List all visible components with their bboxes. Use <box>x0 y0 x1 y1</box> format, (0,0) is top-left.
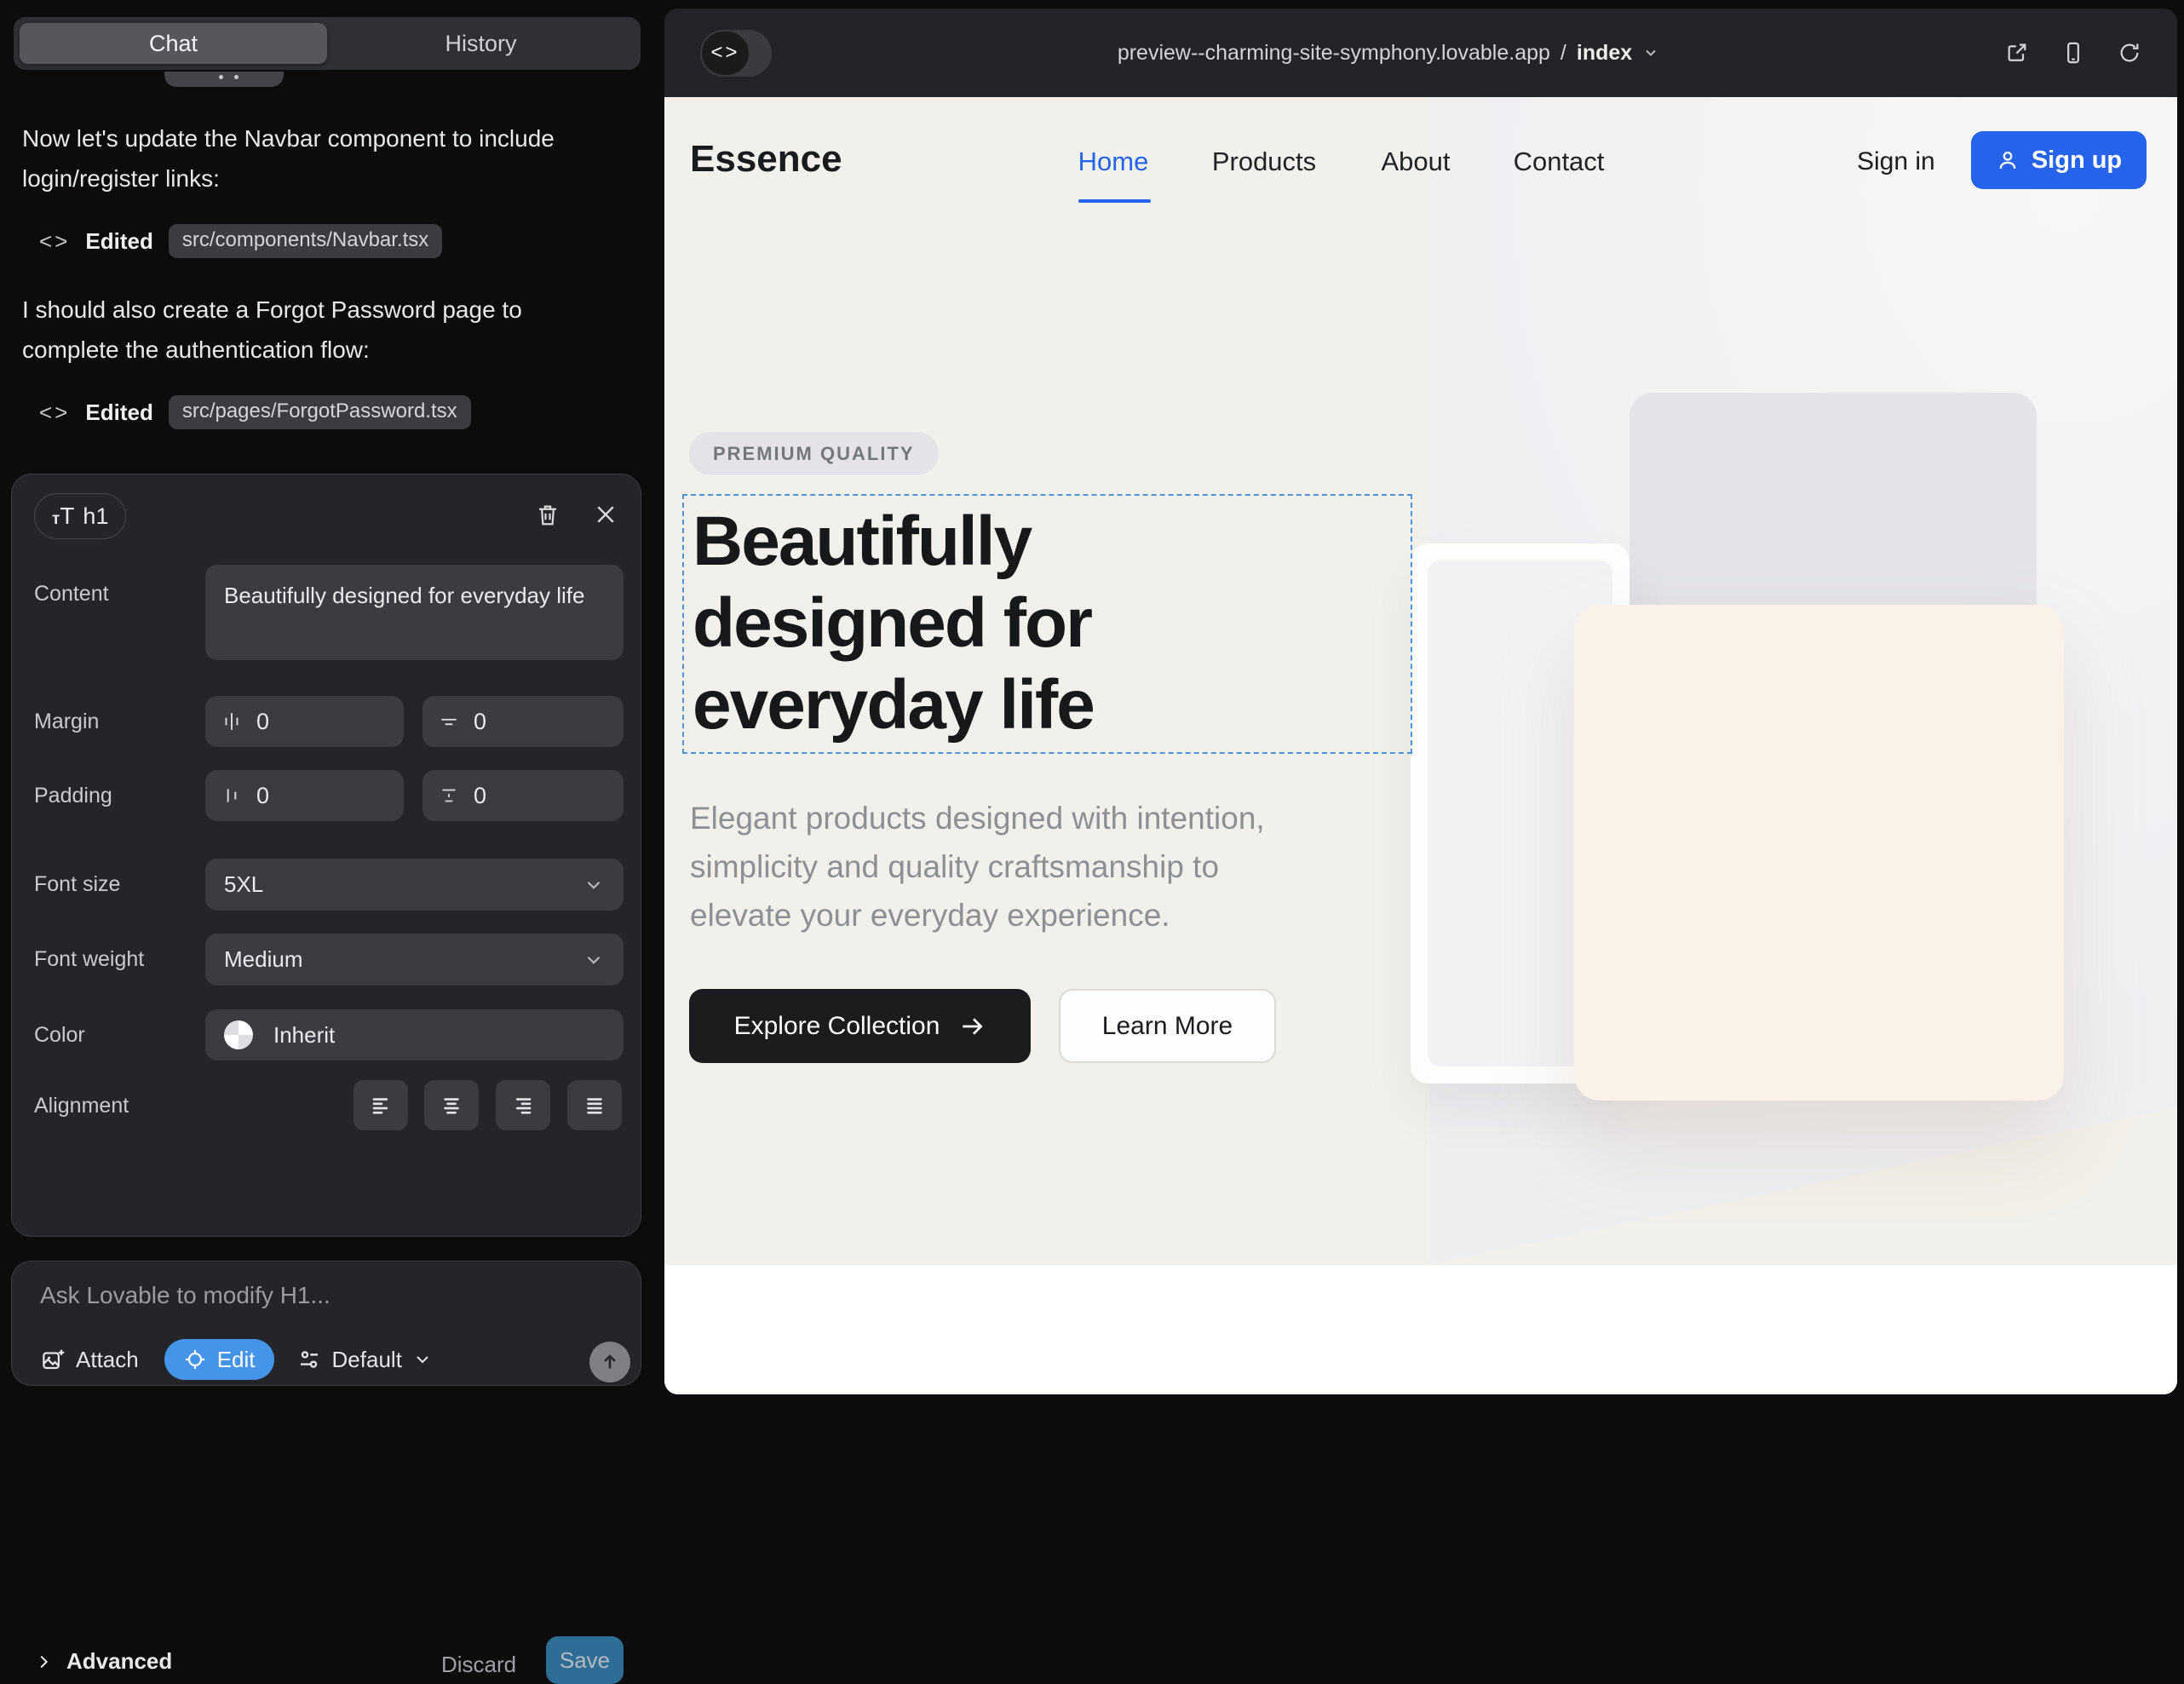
content-input[interactable]: Beautifully designed for everyday life <box>205 565 624 660</box>
hero-heading[interactable]: Beautifully designed for everyday life <box>693 501 1094 746</box>
site-canvas: Essence Home Products About Contact Sign… <box>664 97 2177 1394</box>
sign-in-link[interactable]: Sign in <box>1857 147 1935 176</box>
font-size-select[interactable]: 5XL <box>205 859 624 911</box>
color-label: Color <box>34 1023 85 1048</box>
chevron-down-icon <box>583 949 605 971</box>
align-right-button[interactable] <box>496 1080 550 1130</box>
element-tag-pill[interactable]: h1 <box>34 493 126 539</box>
edited-file-row: <> Edited src/pages/ForgotPassword.tsx <box>39 394 471 430</box>
text-size-icon <box>52 503 74 530</box>
chat-message: I should also create a Forgot Password p… <box>22 290 584 370</box>
chevron-right-icon <box>34 1651 53 1673</box>
padding-y-input[interactable]: 0 <box>422 770 624 821</box>
margin-label: Margin <box>34 710 99 734</box>
font-size-label: Font size <box>34 872 120 897</box>
padding-x-input[interactable]: 0 <box>205 770 404 821</box>
code-icon: <> <box>39 228 70 255</box>
code-preview-toggle[interactable]: <> <box>700 30 772 77</box>
file-chip[interactable]: src/components/Navbar.tsx <box>169 224 442 258</box>
explore-collection-button[interactable]: Explore Collection <box>689 989 1031 1063</box>
element-editor-panel: h1 Content Beautifully designed for ever… <box>11 474 641 1237</box>
hero-paragraph: Elegant products designed with intention… <box>690 794 1265 940</box>
page-white-band <box>664 1265 2177 1394</box>
refresh-button[interactable] <box>2118 41 2141 65</box>
discard-button[interactable]: Discard <box>441 1652 516 1678</box>
color-select[interactable]: Inherit <box>205 1009 624 1060</box>
nav-link-home[interactable]: Home <box>1078 147 1149 177</box>
preview-url[interactable]: preview--charming-site-symphony.lovable.… <box>772 41 2005 66</box>
preview-toolbar: <> preview--charming-site-symphony.lovab… <box>664 9 2177 97</box>
chat-composer[interactable]: Ask Lovable to modify H1... Attach Edit <box>11 1261 641 1386</box>
mobile-view-button[interactable] <box>2061 41 2085 65</box>
file-chip[interactable]: src/pages/ForgotPassword.tsx <box>169 395 471 429</box>
sliders-icon <box>296 1347 322 1372</box>
scrolled-chip-partial <box>164 72 284 87</box>
sign-up-button[interactable]: Sign up <box>1971 131 2147 189</box>
open-external-button[interactable] <box>2005 41 2029 65</box>
chevron-down-icon <box>412 1349 433 1370</box>
align-left-button[interactable] <box>353 1080 408 1130</box>
tab-chat[interactable]: Chat <box>20 23 327 64</box>
attach-button[interactable]: Attach <box>40 1347 139 1373</box>
save-button[interactable]: Save <box>546 1636 624 1684</box>
content-label: Content <box>34 582 109 606</box>
margin-x-input[interactable]: 0 <box>205 696 404 747</box>
preview-window: <> preview--charming-site-symphony.lovab… <box>664 9 2177 1394</box>
margin-y-input[interactable]: 0 <box>422 696 624 747</box>
align-justify-button[interactable] <box>567 1080 622 1130</box>
site-logo[interactable]: Essence <box>690 138 842 181</box>
margin-vertical-icon <box>438 710 460 733</box>
edit-mode-button[interactable]: Edit <box>164 1339 274 1380</box>
code-icon: <> <box>702 32 749 75</box>
tab-history[interactable]: History <box>327 23 635 64</box>
composer-input[interactable]: Ask Lovable to modify H1... <box>40 1282 330 1309</box>
attach-image-icon <box>40 1347 66 1372</box>
align-justify-icon <box>582 1094 607 1118</box>
element-tag-name: h1 <box>83 503 108 530</box>
code-icon: <> <box>39 399 70 426</box>
nav-link-contact[interactable]: Contact <box>1514 147 1605 177</box>
edited-label: Edited <box>85 399 152 426</box>
learn-more-button[interactable]: Learn More <box>1059 989 1276 1063</box>
padding-vertical-icon <box>438 785 460 807</box>
user-icon <box>1996 148 2020 172</box>
edited-label: Edited <box>85 228 152 255</box>
close-panel-button[interactable] <box>593 500 618 529</box>
premium-quality-badge: PREMIUM QUALITY <box>689 432 939 475</box>
margin-horizontal-icon <box>221 710 243 733</box>
chevron-down-icon <box>1642 44 1659 61</box>
nav-link-about[interactable]: About <box>1381 147 1450 177</box>
chat-history-tabs: Chat History <box>14 17 641 70</box>
font-weight-select[interactable]: Medium <box>205 934 624 986</box>
arrow-up-icon <box>599 1351 621 1373</box>
align-right-icon <box>510 1094 536 1118</box>
active-nav-underline <box>1078 199 1151 203</box>
align-left-icon <box>368 1094 394 1118</box>
nav-link-products[interactable]: Products <box>1212 147 1316 177</box>
arrow-right-icon <box>958 1013 986 1040</box>
chevron-down-icon <box>583 874 605 896</box>
align-center-icon <box>439 1094 464 1118</box>
padding-horizontal-icon <box>221 785 243 807</box>
padding-label: Padding <box>34 784 112 808</box>
align-center-button[interactable] <box>424 1080 479 1130</box>
decorative-card-peach <box>1574 605 2064 1101</box>
target-icon <box>183 1348 207 1371</box>
font-weight-label: Font weight <box>34 947 144 972</box>
edited-file-row: <> Edited src/components/Navbar.tsx <box>39 223 442 259</box>
delete-element-button[interactable] <box>535 500 560 529</box>
mode-select[interactable]: Default <box>296 1347 433 1373</box>
send-button[interactable] <box>589 1342 630 1382</box>
color-swatch-transparent <box>224 1020 253 1049</box>
chat-message: Now let's update the Navbar component to… <box>22 118 584 198</box>
advanced-toggle[interactable]: Advanced <box>34 1648 172 1675</box>
alignment-label: Alignment <box>34 1094 129 1118</box>
